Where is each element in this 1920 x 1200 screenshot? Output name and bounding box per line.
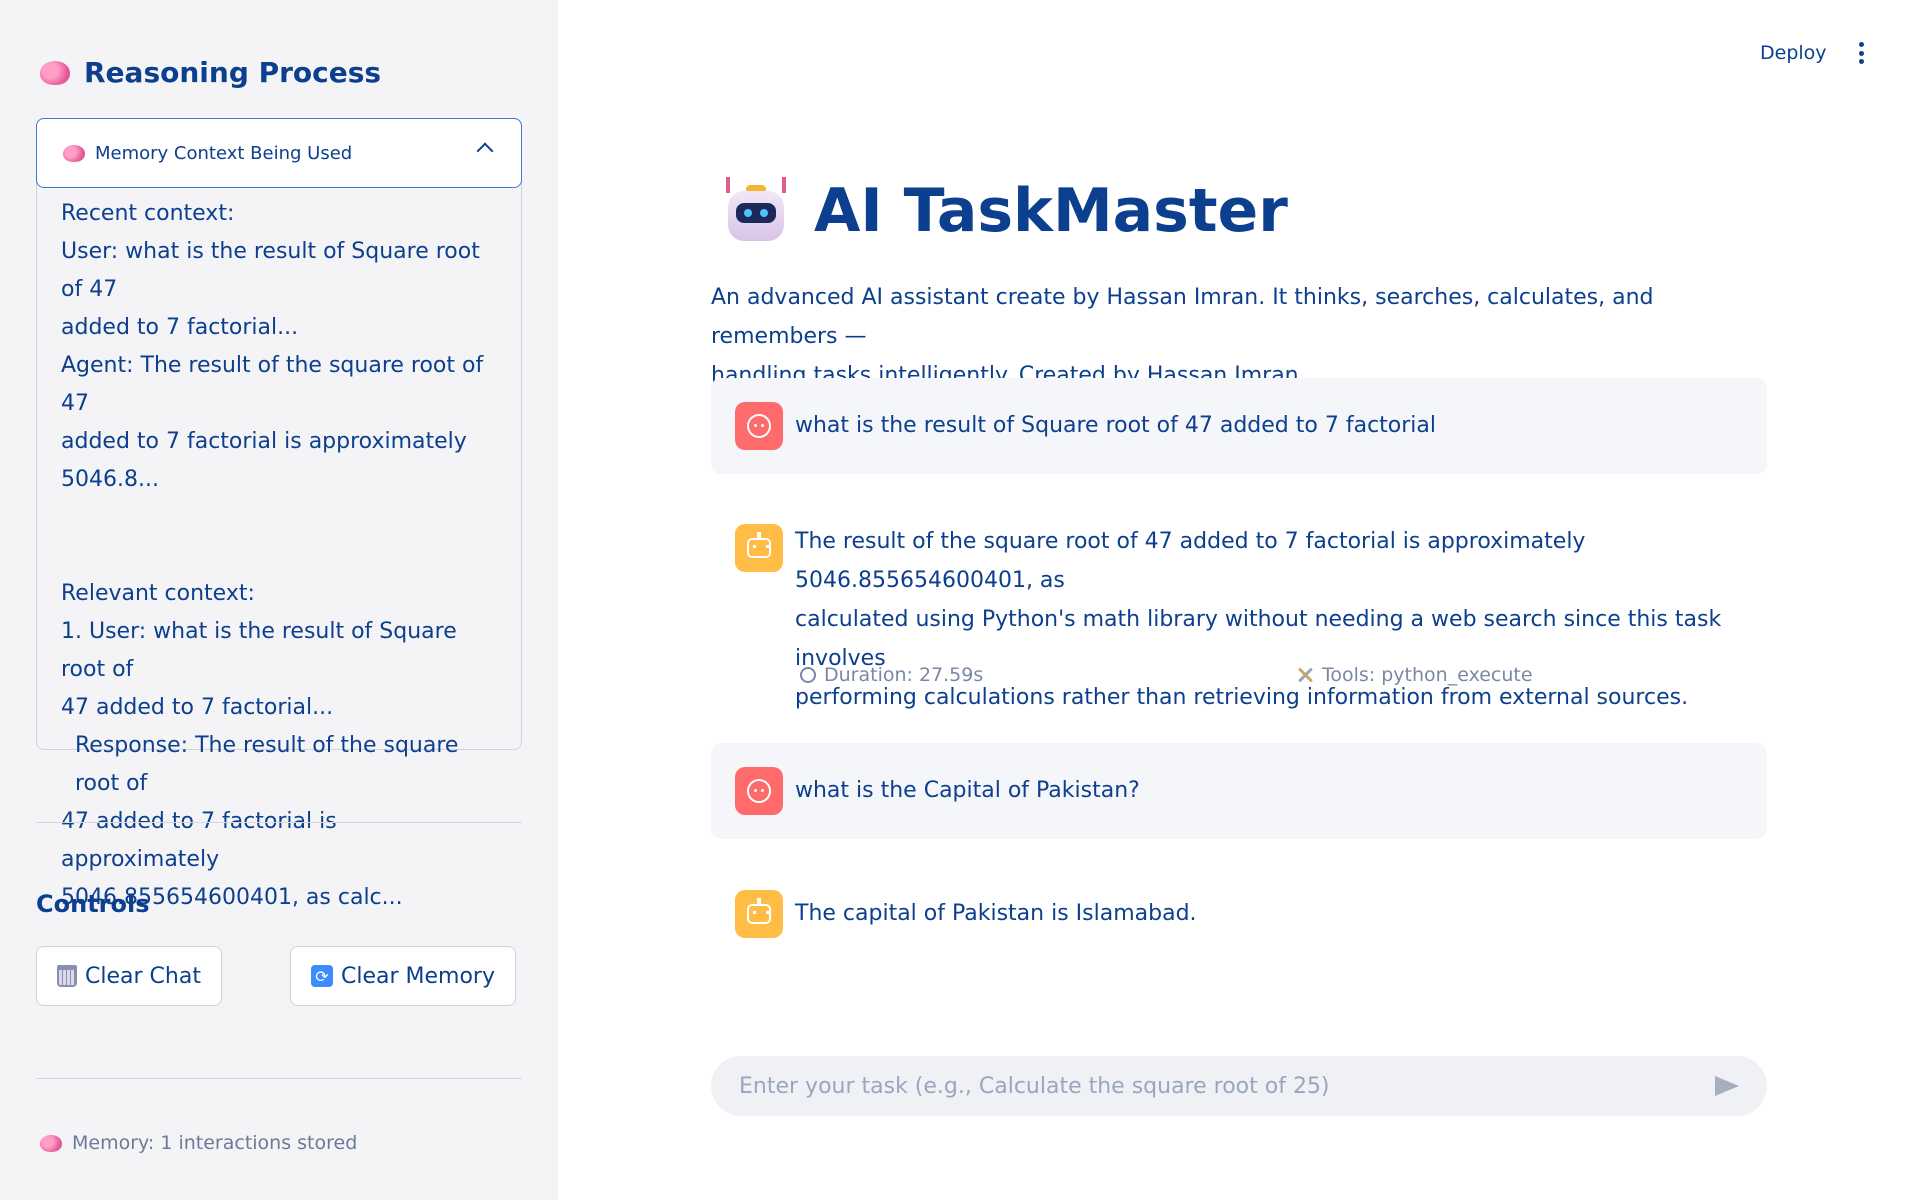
chat-input[interactable] [737,1072,1697,1100]
tools-icon [1296,666,1314,684]
page-title: AI TaskMaster [722,176,1288,246]
user-face-icon [747,779,771,803]
tools-text: Tools: python_execute [1322,664,1533,686]
clear-chat-button[interactable]: Clear Chat [36,946,222,1006]
memory-context-expander-header[interactable]: Memory Context Being Used [36,118,522,188]
chat-message-user: what is the Capital of Pakistan? [711,743,1767,839]
chat-message-user: what is the result of Square root of 47 … [711,378,1767,474]
stopwatch-icon [800,667,816,683]
context-line: Recent context: [61,201,235,226]
response-tools: Tools: python_execute [1296,664,1533,686]
refresh-icon: ⟳ [311,965,333,987]
sidebar-title: Reasoning Process [40,56,381,89]
memory-context-expander: Memory Context Being Used Recent context… [36,118,522,910]
context-line: Agent: The result of the square root of … [61,353,484,416]
context-line: User: what is the result of Square root … [61,239,480,302]
message-line: The result of the square root of 47 adde… [795,529,1586,593]
message-text: The result of the square root of 47 adde… [795,522,1745,717]
memory-status-text: Memory: 1 interactions stored [72,1132,358,1154]
message-text: The capital of Pakistan is Islamabad. [795,894,1745,933]
brain-icon [63,144,85,162]
chevron-up-icon[interactable] [476,142,494,160]
app-description-line: An advanced AI assistant create by Hassa… [711,285,1654,349]
page-title-text: AI TaskMaster [814,176,1288,246]
message-text: what is the Capital of Pakistan? [795,771,1745,810]
clear-memory-label: Clear Memory [341,963,495,989]
bot-icon [747,532,771,558]
sidebar: Reasoning Process Memory Context Being U… [0,0,558,1200]
trash-icon [57,965,77,987]
chat-input-container [711,1056,1767,1116]
context-line: 5046.8... [61,467,159,492]
message-text: what is the result of Square root of 47 … [795,406,1745,445]
context-line: added to 7 factorial... [61,315,299,340]
brain-icon [40,60,70,85]
sidebar-title-text: Reasoning Process [84,56,382,89]
robot-icon [722,177,790,245]
context-line: added to 7 factorial is approximately [61,429,467,454]
message-line: what is the Capital of Pakistan? [795,778,1140,803]
memory-status: Memory: 1 interactions stored [40,1132,357,1154]
assistant-avatar [735,890,783,938]
context-line: 47 added to 7 factorial is approximately [61,809,337,872]
assistant-avatar [735,524,783,572]
message-line: what is the result of Square root of 47 … [795,413,1436,438]
bot-icon [747,898,771,924]
duration-text: Duration: 27.59s [824,664,984,686]
sidebar-divider [36,822,522,823]
clear-memory-button[interactable]: ⟳ Clear Memory [290,946,516,1006]
memory-context-content: Recent context: User: what is the result… [61,195,501,917]
response-duration: Duration: 27.59s [800,664,983,686]
user-avatar [735,767,783,815]
sidebar-divider [36,1078,522,1079]
message-line: The capital of Pakistan is Islamabad. [795,901,1197,926]
chat-message-assistant: The capital of Pakistan is Islamabad. [711,886,1767,946]
context-line: Relevant context: [61,581,255,606]
user-avatar [735,402,783,450]
user-face-icon [747,414,771,438]
expander-label: Memory Context Being Used [95,142,353,164]
controls-heading: Controls [36,890,150,918]
context-line: 47 added to 7 factorial... [61,695,334,720]
brain-icon [40,1134,62,1152]
clear-chat-label: Clear Chat [85,963,201,989]
send-icon[interactable] [1715,1076,1739,1096]
context-spacer [61,499,501,575]
context-line: 1. User: what is the result of Square ro… [61,619,457,682]
menu-dots-icon[interactable] [1858,42,1864,64]
deploy-button[interactable]: Deploy [1760,42,1827,64]
context-line: Response: The result of the square root … [75,733,459,796]
